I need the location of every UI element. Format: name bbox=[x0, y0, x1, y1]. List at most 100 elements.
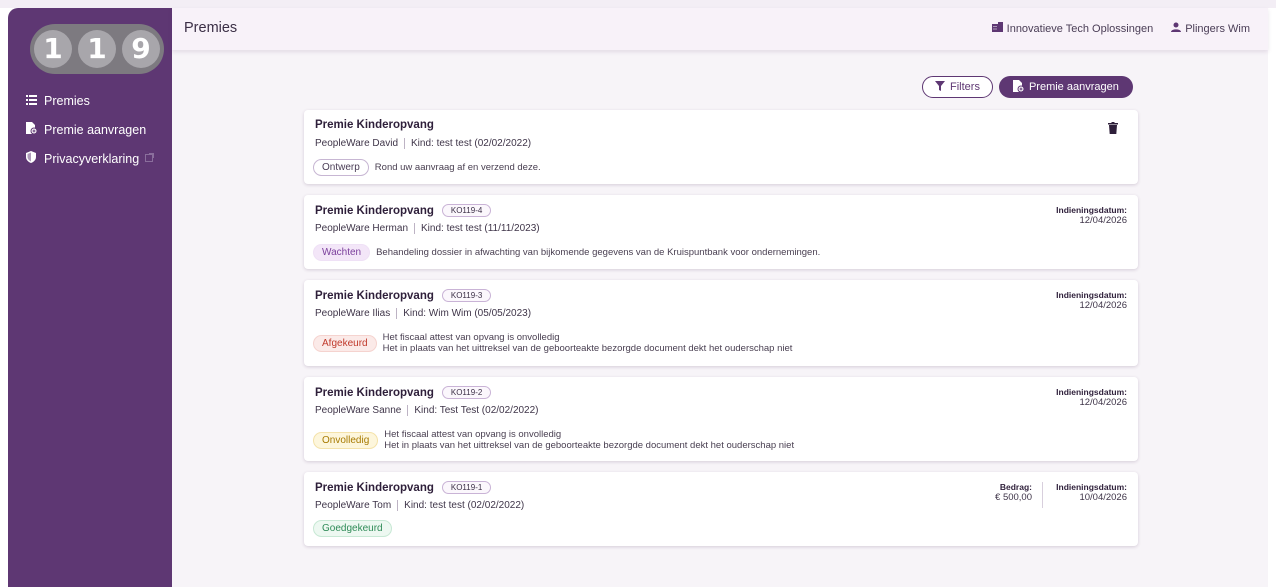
divider bbox=[397, 500, 399, 511]
logo-digit: 9 bbox=[122, 30, 160, 68]
date-value: 12/04/2026 bbox=[1079, 215, 1127, 226]
status-message: Het fiscaal attest van opvang is onvolle… bbox=[382, 332, 560, 343]
actions-bar: Filters Premie aanvragen bbox=[922, 76, 1133, 98]
status-row: Goedgekeurd bbox=[313, 520, 392, 537]
card-subtitle: PeopleWare David Kind: test test (02/02/… bbox=[315, 138, 531, 149]
organization-name: Innovatieve Tech Oplossingen bbox=[1006, 22, 1154, 35]
card-title: Premie Kinderopvang KO119-1 bbox=[315, 481, 492, 494]
date-label: Indieningsdatum: bbox=[1056, 205, 1127, 215]
status-badge: Onvolledig bbox=[313, 431, 379, 449]
sidebar-item-privacyverklaring[interactable]: Privacyverklaring bbox=[8, 144, 172, 173]
sidebar-item-label: Premies bbox=[44, 93, 90, 108]
premie-aanvragen-button[interactable]: Premie aanvragen bbox=[998, 76, 1133, 98]
card-subtitle: PeopleWare Tom Kind: test test (02/02/20… bbox=[315, 500, 524, 511]
premie-aanvragen-label: Premie aanvragen bbox=[1028, 81, 1119, 93]
submission-date: Indieningsdatum: 12/04/2026 bbox=[1056, 387, 1127, 408]
status-row: Onvolledig Het fiscaal attest van opvang… bbox=[313, 429, 794, 451]
sidebar-item-premie-aanvragen[interactable]: Premie aanvragen bbox=[8, 115, 172, 144]
reference-badge: KO119-4 bbox=[441, 204, 492, 217]
date-label: Indieningsdatum: bbox=[1056, 387, 1127, 397]
person-name: PeopleWare Sanne bbox=[315, 405, 402, 416]
page-title: Premies bbox=[184, 20, 238, 36]
child-info: Kind: Wim Wim (05/05/2023) bbox=[403, 308, 532, 319]
status-messages: Het fiscaal attest van opvang is onvolle… bbox=[383, 332, 793, 354]
premie-title: Premie Kinderopvang bbox=[315, 204, 434, 217]
shield-icon bbox=[24, 151, 38, 166]
user-name: Plingers Wim bbox=[1185, 22, 1250, 35]
premie-title: Premie Kinderopvang bbox=[315, 289, 434, 302]
person-name: PeopleWare Ilias bbox=[315, 308, 391, 319]
amount-label: Bedrag: bbox=[999, 482, 1032, 492]
premie-card[interactable]: Premie Kinderopvang KO119-3 PeopleWare I… bbox=[304, 280, 1138, 366]
date-label: Indieningsdatum: bbox=[1056, 290, 1127, 300]
child-info: Kind: Test Test (02/02/2022) bbox=[414, 405, 539, 416]
filters-button[interactable]: Filters bbox=[922, 76, 993, 98]
file-add-icon bbox=[1012, 79, 1025, 95]
header-right: Innovatieve Tech Oplossingen Plingers Wi… bbox=[991, 22, 1250, 35]
status-message: Het in plaats van het uittreksel van de … bbox=[384, 440, 795, 451]
organization-selector[interactable]: Innovatieve Tech Oplossingen bbox=[991, 22, 1154, 35]
card-title: Premie Kinderopvang bbox=[315, 119, 434, 131]
app-logo[interactable]: 1 1 9 bbox=[30, 24, 164, 74]
browser-top-strip bbox=[0, 0, 1276, 8]
card-subtitle: PeopleWare Herman Kind: test test (11/11… bbox=[315, 223, 540, 234]
card-subtitle: PeopleWare Ilias Kind: Wim Wim (05/05/20… bbox=[315, 308, 531, 319]
status-message: Het in plaats van het uittreksel van de … bbox=[382, 343, 793, 354]
page-header: Premies Innovatieve Tech Oplossingen Pli… bbox=[172, 8, 1268, 50]
date-value: 12/04/2026 bbox=[1079, 397, 1127, 408]
premie-card[interactable]: Premie Kinderopvang KO119-1 PeopleWare T… bbox=[304, 472, 1138, 546]
submission-date: Indieningsdatum: 10/04/2026 bbox=[1056, 482, 1127, 503]
date-value: 12/04/2026 bbox=[1079, 300, 1127, 311]
sidebar-item-premies[interactable]: Premies bbox=[8, 86, 172, 115]
submission-date: Indieningsdatum: 12/04/2026 bbox=[1056, 205, 1127, 226]
file-add-icon bbox=[24, 122, 38, 137]
status-row: Afgekeurd Het fiscaal attest van opvang … bbox=[313, 332, 792, 354]
status-row: Wachten Behandeling dossier in afwachtin… bbox=[313, 244, 820, 261]
logo-digit: 1 bbox=[34, 30, 72, 68]
user-menu[interactable]: Plingers Wim bbox=[1171, 22, 1250, 35]
card-title: Premie Kinderopvang KO119-2 bbox=[315, 386, 492, 399]
filter-icon bbox=[935, 80, 945, 94]
premie-title: Premie Kinderopvang bbox=[315, 119, 434, 131]
list-icon bbox=[24, 94, 38, 108]
status-message: Het fiscaal attest van opvang is onvolle… bbox=[384, 429, 562, 440]
reference-badge: KO119-1 bbox=[441, 481, 492, 494]
submission-date: Indieningsdatum: 12/04/2026 bbox=[1056, 290, 1127, 311]
child-info: Kind: test test (11/11/2023) bbox=[421, 223, 540, 234]
sidebar-item-label: Privacyverklaring bbox=[44, 151, 140, 166]
person-name: PeopleWare Tom bbox=[315, 500, 392, 511]
card-title: Premie Kinderopvang KO119-3 bbox=[315, 289, 492, 302]
trash-icon[interactable] bbox=[1108, 121, 1118, 134]
status-badge: Goedgekeurd bbox=[313, 520, 392, 537]
premie-card[interactable]: Premie Kinderopvang KO119-4 PeopleWare H… bbox=[304, 195, 1138, 269]
person-name: PeopleWare Herman bbox=[315, 223, 409, 234]
premie-card[interactable]: Premie Kinderopvang KO119-2 PeopleWare S… bbox=[304, 377, 1138, 461]
divider bbox=[404, 138, 406, 149]
user-icon bbox=[1171, 22, 1182, 35]
reference-badge: KO119-2 bbox=[441, 386, 492, 399]
sidebar: 1 1 9 Premies Premie aanvragen Privacyve… bbox=[8, 8, 172, 587]
logo-digit: 1 bbox=[78, 30, 116, 68]
status-badge: Ontwerp bbox=[313, 159, 369, 176]
status-row: Ontwerp Rond uw aanvraag af en verzend d… bbox=[313, 159, 541, 176]
reference-badge: KO119-3 bbox=[441, 289, 492, 302]
child-info: Kind: test test (02/02/2022) bbox=[404, 500, 525, 511]
amount: Bedrag: € 500,00 bbox=[995, 482, 1043, 508]
premie-card[interactable]: Premie Kinderopvang PeopleWare David Kin… bbox=[304, 110, 1138, 184]
date-label: Indieningsdatum: bbox=[1056, 482, 1127, 492]
premie-title: Premie Kinderopvang bbox=[315, 386, 434, 399]
person-name: PeopleWare David bbox=[315, 138, 399, 149]
child-info: Kind: test test (02/02/2022) bbox=[411, 138, 532, 149]
sidebar-item-label: Premie aanvragen bbox=[44, 122, 147, 137]
main-content: Premies Innovatieve Tech Oplossingen Pli… bbox=[172, 8, 1268, 587]
premie-title: Premie Kinderopvang bbox=[315, 481, 434, 494]
status-badge: Wachten bbox=[313, 244, 371, 261]
status-messages: Het fiscaal attest van opvang is onvolle… bbox=[384, 429, 794, 451]
card-title: Premie Kinderopvang KO119-4 bbox=[315, 204, 492, 217]
sidebar-nav: Premies Premie aanvragen Privacyverklari… bbox=[8, 86, 172, 173]
status-message: Rond uw aanvraag af en verzend deze. bbox=[374, 162, 541, 173]
external-link-icon bbox=[145, 152, 155, 165]
date-value: 10/04/2026 bbox=[1079, 492, 1127, 503]
status-message: Behandeling dossier in afwachting van bi… bbox=[376, 247, 821, 258]
divider bbox=[407, 405, 409, 416]
